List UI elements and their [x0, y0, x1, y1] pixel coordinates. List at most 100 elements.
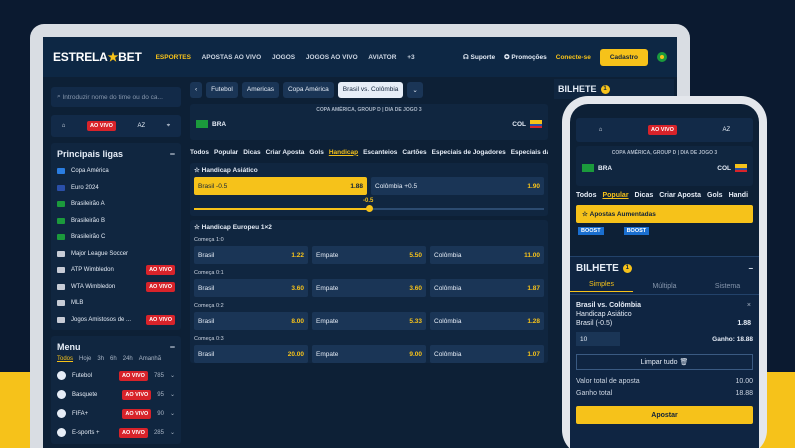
close-icon[interactable]: ×: [747, 301, 751, 310]
league-item[interactable]: WTA Wimbledon AO VIVO: [55, 279, 177, 296]
market-tab[interactable]: Especiais de Jogadores: [432, 149, 506, 156]
nav-more[interactable]: +3: [407, 54, 414, 61]
market-tab[interactable]: Handicap: [329, 149, 358, 156]
odd-button[interactable]: Colômbia 1.87: [430, 279, 544, 297]
login-link[interactable]: Conecte-se: [556, 54, 591, 61]
market-tab[interactable]: Escanteios: [363, 149, 397, 156]
league-item[interactable]: Major League Soccer: [55, 246, 177, 263]
chevron-down-icon[interactable]: ⌄: [170, 372, 175, 379]
phone-market-tab[interactable]: Popular: [602, 192, 628, 199]
chevron-down-icon[interactable]: ⌄: [170, 391, 175, 398]
odd-button[interactable]: Colômbia 1.28: [430, 312, 544, 330]
odd-brasil-minus-0-5[interactable]: Brasil -0.5 1.88: [194, 177, 367, 195]
league-flag-icon: [57, 168, 65, 175]
home-icon[interactable]: ⌂: [62, 123, 66, 129]
handicap-slider[interactable]: -0.5: [194, 198, 544, 216]
menu-tab[interactable]: Hoje: [79, 356, 91, 362]
odd-button[interactable]: Empate 5.50: [312, 246, 426, 264]
tab-sistema[interactable]: Sistema: [696, 283, 759, 290]
search-input[interactable]: ⌕ Introduzir nome do time ou do ca...: [51, 87, 181, 107]
nav-jogos-ao-vivo[interactable]: JOGOS AO VIVO: [306, 54, 358, 61]
odd-button[interactable]: Empate 5.33: [312, 312, 426, 330]
odd-colombia-plus-0-5[interactable]: Colômbia +0.5 1.90: [371, 177, 544, 195]
phone-market-tab[interactable]: Todos: [576, 192, 596, 199]
slip-type-tabs: Simples Múltipla Sistema: [570, 279, 759, 295]
filter-icon[interactable]: ⌖: [167, 123, 170, 130]
live-filter-button[interactable]: AO VIVO: [87, 121, 116, 131]
league-item[interactable]: Brasileirão C: [55, 229, 177, 246]
market-tab[interactable]: Especiais da Equipe: [511, 149, 548, 156]
nav-jogos[interactable]: JOGOS: [272, 54, 295, 61]
chevron-down-icon[interactable]: ⌄: [407, 82, 423, 98]
league-item[interactable]: Euro 2024: [55, 180, 177, 197]
market-tab[interactable]: Dicas: [243, 149, 260, 156]
market-tab[interactable]: Cartões: [402, 149, 426, 156]
sport-item[interactable]: FIFA+ AO VIVO 90 ⌄: [55, 404, 177, 423]
menu-tab[interactable]: 24h: [123, 356, 133, 362]
market-tab[interactable]: Popular: [214, 149, 238, 156]
odd-button[interactable]: Brasil 8.00: [194, 312, 308, 330]
league-item[interactable]: Copa América: [55, 163, 177, 180]
live-filter-button[interactable]: AO VIVO: [648, 125, 677, 135]
nav-apostas-ao-vivo[interactable]: APOSTAS AO VIVO: [202, 54, 262, 61]
league-item[interactable]: MLB: [55, 295, 177, 312]
sport-item[interactable]: Futebol AO VIVO 785 ⌄: [55, 366, 177, 385]
language-flag-icon[interactable]: [657, 52, 667, 62]
star-icon[interactable]: ☆: [194, 223, 202, 231]
phone-market-tab[interactable]: Dicas: [635, 192, 654, 199]
odd-button[interactable]: Brasil 3.60: [194, 279, 308, 297]
odd-button[interactable]: Colômbia 1.07: [430, 345, 544, 363]
nav-esportes[interactable]: ESPORTES: [156, 54, 191, 61]
signup-button[interactable]: Cadastro: [599, 48, 648, 66]
odd-button[interactable]: Brasil 20.00: [194, 345, 308, 363]
market-tab[interactable]: Gols: [309, 149, 323, 156]
league-item[interactable]: Brasileirão B: [55, 213, 177, 230]
market-tab[interactable]: Criar Aposta: [266, 149, 305, 156]
support-link[interactable]: ☊ Suporte: [463, 53, 495, 61]
estrelabet-logo[interactable]: ESTRELA★BET: [53, 50, 142, 64]
home-icon[interactable]: ⌂: [599, 127, 603, 133]
phone-match-header: COPA AMÉRICA, GROUP D | DIA DE JOGO 3 BR…: [576, 146, 753, 186]
back-button[interactable]: ‹: [190, 82, 203, 98]
chevron-down-icon[interactable]: ⌄: [170, 410, 175, 417]
menu-tab[interactable]: Amanhã: [139, 356, 161, 362]
nav-aviator[interactable]: AVIATOR: [368, 54, 396, 61]
league-item[interactable]: Brasileirão A: [55, 196, 177, 213]
tab-multipla[interactable]: Múltipla: [633, 283, 696, 290]
minimize-icon[interactable]: −: [748, 264, 753, 273]
odd-button[interactable]: Brasil 1.22: [194, 246, 308, 264]
league-item[interactable]: ATP Wimbledon AO VIVO: [55, 262, 177, 279]
odd-button[interactable]: Empate 9.00: [312, 345, 426, 363]
odd-button[interactable]: Colômbia 11.00: [430, 246, 544, 264]
stake-input[interactable]: 10: [576, 332, 620, 346]
az-sort-button[interactable]: AZ: [138, 123, 146, 129]
phone-market-tab[interactable]: Criar Aposta: [659, 192, 701, 199]
menu-tab[interactable]: Todos: [57, 356, 73, 362]
crumb-americas[interactable]: Americas: [241, 82, 279, 98]
menu-tab[interactable]: 3h: [97, 356, 104, 362]
market-tab[interactable]: Todos: [190, 149, 209, 156]
phone-market-tab[interactable]: Gols: [707, 192, 723, 199]
slider-handle[interactable]: [366, 205, 373, 212]
sport-item[interactable]: Basquete AO VIVO 95 ⌄: [55, 385, 177, 404]
tab-simples[interactable]: Simples: [570, 281, 633, 292]
crumb-futebol[interactable]: Futebol: [206, 82, 238, 98]
sport-item[interactable]: E-sports + AO VIVO 285 ⌄: [55, 423, 177, 442]
odd-label: Colômbia: [434, 350, 462, 358]
boosted-bets-bar[interactable]: ☆ Apostas Aumentadas: [576, 205, 753, 223]
chevron-down-icon[interactable]: ⌄: [170, 429, 175, 436]
star-icon[interactable]: ☆: [194, 166, 202, 174]
odd-button[interactable]: Empate 3.60: [312, 279, 426, 297]
phone-market-tab[interactable]: Handi: [729, 192, 748, 199]
league-item[interactable]: Jogos Amistosos de ... AO VIVO: [55, 312, 177, 329]
sports-list: Futebol AO VIVO 785 ⌄ Basquete AO VIVO 95 ⌄ FIFA…: [55, 366, 177, 442]
crumb-match[interactable]: Brasil vs. Colômbia: [337, 82, 404, 98]
crumb-copa-america[interactable]: Copa América: [282, 82, 334, 98]
collapse-icon[interactable]: −: [170, 342, 175, 352]
place-bet-button[interactable]: Apostar: [576, 406, 753, 424]
promotions-link[interactable]: ✪ Promoções: [504, 53, 547, 61]
az-sort-button[interactable]: AZ: [723, 127, 731, 133]
clear-all-button[interactable]: Limpar tudo 🗑: [576, 354, 753, 370]
menu-tab[interactable]: 6h: [110, 356, 117, 362]
collapse-icon[interactable]: −: [170, 149, 175, 159]
